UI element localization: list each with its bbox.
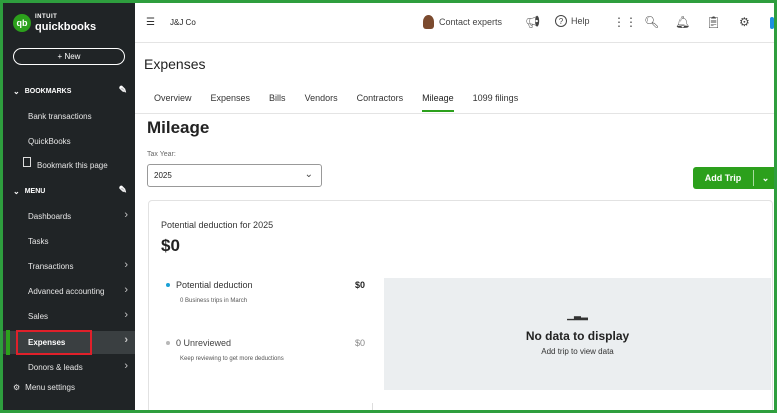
summary-amount: $0 [161, 236, 180, 255]
tab-overview[interactable]: Overview [154, 93, 192, 112]
metric-potential-deduction[interactable]: Potential deduction [166, 280, 253, 290]
empty-subtitle: Add trip to view data [541, 347, 614, 356]
chevron-right-icon: › [124, 284, 128, 296]
contact-experts-button[interactable]: Contact experts [423, 15, 502, 29]
hamburger-icon[interactable]: ☰ [146, 17, 155, 28]
empty-chart-panel: ▁▃▂ No data to display Add trip to view … [384, 278, 771, 390]
tax-year-label: Tax Year: [147, 151, 176, 158]
profile-indicator[interactable] [770, 17, 774, 29]
tab-contractors[interactable]: Contractors [357, 93, 404, 112]
sidebar-item-sales[interactable]: Sales › [3, 306, 135, 326]
chevron-right-icon: › [124, 334, 128, 346]
metric-subtext: 0 Business trips in March [180, 298, 248, 304]
section-title: Mileage [147, 118, 210, 137]
expert-avatar [423, 15, 434, 29]
bookmarks-heading[interactable]: ⌄ BOOKMARKS ✎ [3, 81, 135, 101]
metric-unreviewed[interactable]: 0 Unreviewed [166, 338, 231, 348]
metric-value: $0 [355, 280, 366, 290]
sidebar-item-bookmark-page[interactable]: Bookmark this page [3, 155, 135, 175]
gear-icon: ⚙ [13, 383, 21, 392]
bar-chart-icon: ▁▃▂ [567, 310, 588, 320]
tab-expenses[interactable]: Expenses [211, 93, 251, 112]
app-window: qb INTUIT quickbooks + New ⌄ BOOKMARKS ✎… [0, 0, 777, 413]
tabs: Overview Expenses Bills Vendors Contract… [154, 93, 537, 112]
sidebar-item-transactions[interactable]: Transactions › [3, 256, 135, 276]
megaphone-icon[interactable]: 📢︎ [525, 15, 540, 29]
sidebar-item-bank-transactions[interactable]: Bank transactions [3, 106, 135, 126]
summary-title: Potential deduction for 2025 [161, 220, 274, 230]
divider [372, 403, 373, 410]
chevron-down-icon: ⌄ [13, 86, 20, 96]
sidebar-item-tasks[interactable]: Tasks [3, 231, 135, 251]
chevron-right-icon: › [124, 209, 128, 221]
chevron-down-icon: ⌄ [13, 186, 20, 196]
help-button[interactable]: ? Help [555, 15, 590, 27]
active-indicator [6, 330, 10, 355]
search-icon[interactable]: 🔍︎ [644, 15, 659, 29]
tab-1099-filings[interactable]: 1099 filings [473, 93, 519, 112]
status-dot [166, 341, 170, 345]
page-title: Expenses [144, 56, 206, 72]
apps-grid-icon[interactable]: ⋮⋮ [613, 15, 637, 29]
logo-name: quickbooks [35, 21, 97, 33]
status-dot [166, 283, 170, 287]
menu-settings[interactable]: ⚙ Menu settings [13, 383, 75, 392]
sidebar: qb INTUIT quickbooks + New ⌄ BOOKMARKS ✎… [3, 3, 135, 410]
chevron-right-icon: › [124, 360, 128, 372]
tab-mileage[interactable]: Mileage [422, 93, 454, 112]
company-name[interactable]: J&J Co [170, 18, 196, 27]
chevron-right-icon: › [124, 309, 128, 321]
qb-logo-icon: qb [13, 14, 31, 32]
sidebar-item-advanced-accounting[interactable]: Advanced accounting › [3, 281, 135, 301]
tab-bills[interactable]: Bills [269, 93, 286, 112]
chevron-right-icon: › [124, 259, 128, 271]
menu-heading[interactable]: ⌄ MENU ✎ [3, 181, 135, 201]
sidebar-item-donors-leads[interactable]: Donors & leads › [3, 357, 135, 377]
new-button[interactable]: + New [13, 48, 125, 65]
clipboard-icon[interactable]: 📋︎ [706, 15, 721, 29]
quickbooks-logo[interactable]: qb INTUIT quickbooks [13, 13, 96, 33]
bell-icon[interactable]: 🔔︎ [675, 15, 690, 29]
tab-vendors[interactable]: Vendors [305, 93, 338, 112]
sidebar-item-dashboards[interactable]: Dashboards › [3, 206, 135, 226]
chevron-down-icon: ⌄ [304, 169, 313, 180]
tax-year-select[interactable]: 2025 ⌄ [147, 164, 322, 187]
highlight-annotation [16, 330, 92, 355]
pencil-icon[interactable]: ✎ [119, 185, 127, 196]
sidebar-item-quickbooks[interactable]: QuickBooks [3, 131, 135, 151]
help-icon: ? [555, 15, 567, 27]
add-trip-button[interactable]: Add Trip ⌄ [693, 167, 774, 189]
top-bar: ☰ J&J Co Contact experts 📢︎ ? Help ⋮⋮ 🔍︎… [135, 3, 774, 43]
metric-subtext: Keep reviewing to get more deductions [180, 356, 284, 362]
gear-icon[interactable]: ⚙ [739, 15, 750, 29]
chevron-down-icon[interactable]: ⌄ [754, 173, 774, 184]
tab-divider [135, 113, 774, 114]
metric-value: $0 [355, 338, 366, 348]
pencil-icon[interactable]: ✎ [119, 85, 127, 96]
empty-title: No data to display [525, 329, 630, 343]
